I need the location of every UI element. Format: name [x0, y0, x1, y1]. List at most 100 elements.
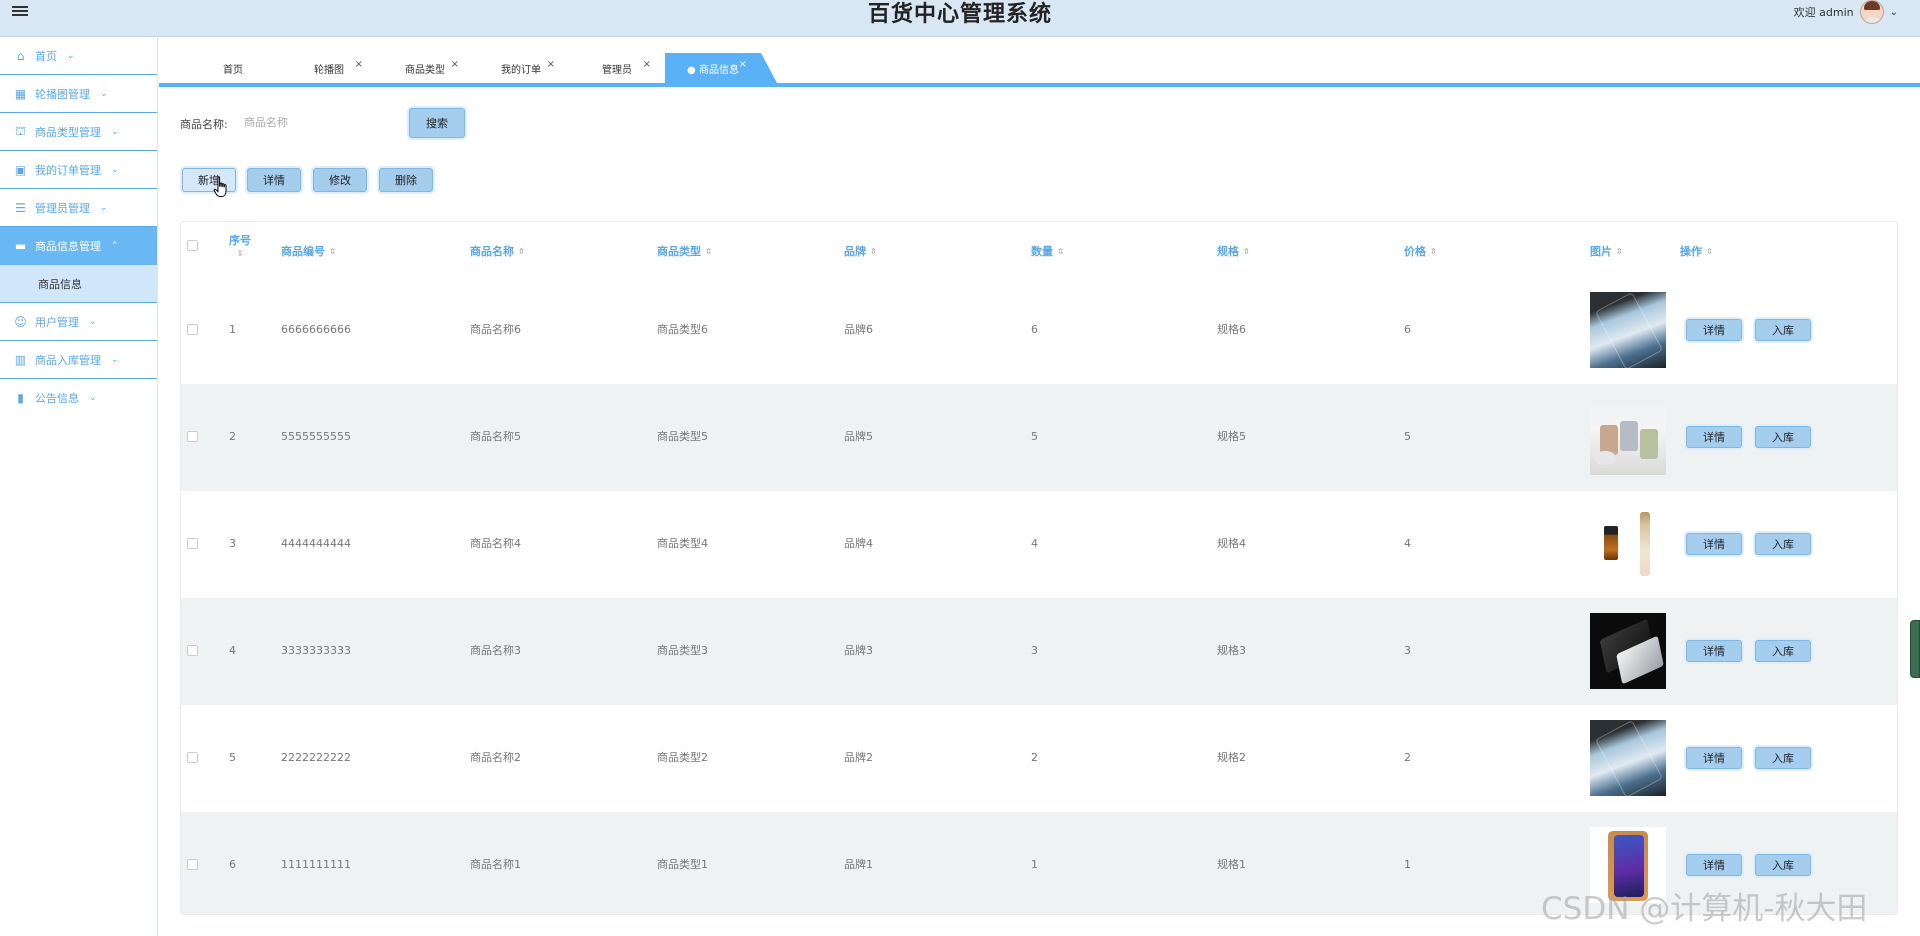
column-header-brand[interactable]: 品牌 ⇳ — [844, 243, 877, 259]
column-header-name[interactable]: 商品名称 ⇳ — [470, 243, 525, 259]
cell-spec: 规格5 — [1217, 430, 1246, 443]
cell-type: 商品类型2 — [657, 751, 708, 764]
sort-icon[interactable]: ⇳ — [1057, 247, 1064, 256]
sort-icon[interactable]: ⇳ — [237, 249, 244, 258]
sort-icon[interactable]: ⇳ — [870, 247, 877, 256]
cell-name: 商品名称5 — [470, 430, 521, 443]
sort-icon[interactable]: ⇳ — [1243, 247, 1250, 256]
sidebar-item-admin[interactable]: ☰ 管理员管理 ⌄ — [0, 189, 157, 227]
row-detail-button[interactable]: 详情 — [1686, 533, 1742, 555]
sidebar-item-orders[interactable]: ▣ 我的订单管理 ⌄ — [0, 151, 157, 189]
chevron-down-icon: ⌄ — [111, 354, 119, 365]
column-header-qty[interactable]: 数量 ⇳ — [1031, 243, 1064, 259]
edit-button[interactable]: 修改 — [313, 168, 367, 192]
chevron-down-icon: ⌄ — [89, 316, 97, 327]
close-icon[interactable]: × — [547, 59, 555, 70]
cell-name: 商品名称1 — [470, 858, 521, 871]
tab-product-info[interactable]: ● 商品信息 × — [665, 53, 777, 83]
sidebar-item-stock-in[interactable]: ▥ 商品入库管理 ⌄ — [0, 341, 157, 379]
cell-code: 5555555555 — [281, 430, 351, 443]
row-checkbox[interactable] — [187, 431, 198, 442]
row-stock-in-button[interactable]: 入库 — [1755, 426, 1811, 448]
sidebar-item-label: 首页 — [35, 49, 57, 63]
row-checkbox[interactable] — [187, 859, 198, 870]
row-detail-button[interactable]: 详情 — [1686, 426, 1742, 448]
row-stock-in-button[interactable]: 入库 — [1755, 747, 1811, 769]
row-detail-button[interactable]: 详情 — [1686, 747, 1742, 769]
tab-orders[interactable]: 我的订单 × — [473, 53, 569, 83]
row-detail-button[interactable]: 详情 — [1686, 640, 1742, 662]
sort-icon[interactable]: ⇳ — [1430, 247, 1437, 256]
close-icon[interactable]: × — [739, 59, 747, 70]
column-header-price[interactable]: 价格 ⇳ — [1404, 243, 1437, 259]
search-label: 商品名称: — [180, 118, 228, 131]
cell-name: 商品名称6 — [470, 323, 521, 336]
column-header-no[interactable]: 序号 ⇳ — [229, 232, 251, 258]
column-header-spec[interactable]: 规格 ⇳ — [1217, 243, 1250, 259]
cell-no: 3 — [229, 537, 236, 550]
column-header-actions[interactable]: 操作 ⇳ — [1680, 243, 1713, 259]
tab-admin[interactable]: 管理员 × — [569, 53, 665, 83]
column-header-type[interactable]: 商品类型 ⇳ — [657, 243, 712, 259]
select-all-checkbox[interactable] — [187, 240, 198, 251]
table-row: 4 3333333333 商品名称3 商品类型3 品牌3 3 规格3 3 详情 … — [181, 598, 1897, 705]
delete-button[interactable]: 删除 — [379, 168, 433, 192]
sidebar-item-users[interactable]: ☺ 用户管理 ⌄ — [0, 303, 157, 341]
row-stock-in-button[interactable]: 入库 — [1755, 640, 1811, 662]
row-checkbox[interactable] — [187, 324, 198, 335]
row-detail-button[interactable]: 详情 — [1686, 854, 1742, 876]
row-detail-button[interactable]: 详情 — [1686, 319, 1742, 341]
close-icon[interactable]: × — [451, 59, 459, 70]
sidebar: ⌂ 首页 ⌄ ▦ 轮播图管理 ⌄ ⛫ 商品类型管理 ⌄ ▣ 我的订单管理 ⌄ ☰ 管理员… — [0, 37, 158, 936]
row-stock-in-button[interactable]: 入库 — [1755, 533, 1811, 555]
chevron-down-icon[interactable]: ⌄ — [1890, 7, 1898, 18]
table-row: 2 5555555555 商品名称5 商品类型5 品牌5 5 规格5 5 详情 … — [181, 384, 1897, 491]
cell-no: 1 — [229, 323, 236, 336]
sidebar-item-label: 我的订单管理 — [35, 163, 101, 177]
tab-product-type[interactable]: 商品类型 × — [377, 53, 473, 83]
tab-label: 管理员 — [602, 64, 632, 76]
sidebar-item-product-type[interactable]: ⛫ 商品类型管理 ⌄ — [0, 113, 157, 151]
sort-icon[interactable]: ⇳ — [705, 247, 712, 256]
sidebar-item-home[interactable]: ⌂ 首页 ⌄ — [0, 37, 157, 75]
tab-home[interactable]: 首页 — [185, 53, 281, 83]
avatar[interactable] — [1859, 0, 1884, 24]
column-header-label: 序号 — [229, 234, 251, 247]
column-header-code[interactable]: 商品编号 ⇳ — [281, 243, 336, 259]
sidebar-item-notice[interactable]: ▮ 公告信息 ⌄ — [0, 379, 157, 417]
cell-no: 4 — [229, 644, 236, 657]
row-stock-in-button[interactable]: 入库 — [1755, 319, 1811, 341]
sidebar-item-label: 用户管理 — [35, 315, 79, 329]
detail-button[interactable]: 详情 — [247, 168, 301, 192]
tab-carousel[interactable]: 轮播图 × — [281, 53, 377, 83]
column-header-image[interactable]: 图片 ⇳ — [1590, 243, 1623, 259]
tab-label: 商品类型 — [405, 64, 445, 76]
row-checkbox[interactable] — [187, 752, 198, 763]
tab-bar: 首页 轮播图 × 商品类型 × 我的订单 × 管理员 × ● 商品信息 × — [185, 53, 777, 83]
cell-type: 商品类型5 — [657, 430, 708, 443]
sort-icon[interactable]: ⇳ — [1616, 247, 1623, 256]
list-icon: ☰ — [15, 200, 26, 215]
column-header-label: 商品名称 — [470, 245, 514, 258]
sidebar-item-carousel[interactable]: ▦ 轮播图管理 ⌄ — [0, 75, 157, 113]
side-scroll-handle[interactable] — [1910, 620, 1920, 678]
tab-label: 我的订单 — [501, 64, 541, 76]
sort-icon[interactable]: ⇳ — [329, 247, 336, 256]
submenu-item-product-info[interactable]: 商品信息 — [0, 265, 157, 303]
sort-icon[interactable]: ⇳ — [518, 247, 525, 256]
close-icon[interactable]: × — [643, 59, 651, 70]
sidebar-item-product-info[interactable]: ▬ 商品信息管理 ⌃ — [0, 227, 157, 265]
row-checkbox[interactable] — [187, 645, 198, 656]
cell-type: 商品类型3 — [657, 644, 708, 657]
row-stock-in-button[interactable]: 入库 — [1755, 854, 1811, 876]
search-input[interactable] — [244, 111, 394, 133]
column-header-label: 价格 — [1404, 245, 1426, 258]
close-icon[interactable]: × — [355, 59, 363, 70]
column-header-label: 操作 — [1680, 245, 1702, 258]
cell-brand: 品牌6 — [844, 323, 873, 336]
user-menu[interactable]: 欢迎 admin ⌄ — [1794, 0, 1898, 24]
sort-icon[interactable]: ⇳ — [1706, 247, 1713, 256]
row-checkbox[interactable] — [187, 538, 198, 549]
search-button[interactable]: 搜索 — [409, 108, 465, 138]
chevron-down-icon: ⌄ — [111, 126, 119, 137]
